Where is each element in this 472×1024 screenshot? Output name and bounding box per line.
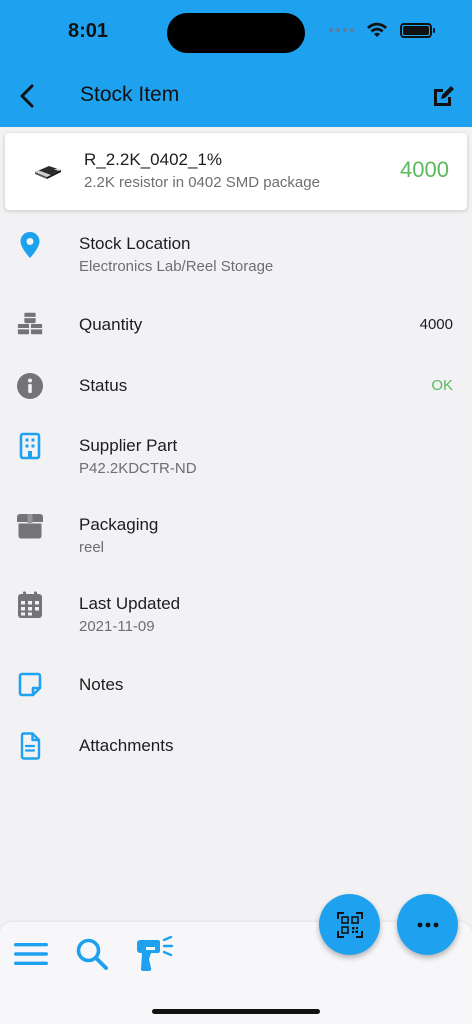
part-card[interactable]: R_2.2K_0402_1% 2.2K resistor in 0402 SMD…: [5, 133, 467, 210]
home-indicator: [152, 1009, 320, 1014]
edit-icon: [434, 86, 454, 106]
last-updated-value: 2021-11-09: [79, 618, 155, 635]
last-updated-row: Last Updated 2021-11-09: [0, 586, 472, 646]
boxes-icon: [16, 310, 44, 338]
status-time: 8:01: [68, 20, 109, 42]
stock-location-value: Electronics Lab/Reel Storage: [79, 258, 274, 275]
stock-location-label: Stock Location: [79, 234, 191, 253]
quantity-row: Quantity 4000: [0, 305, 472, 345]
hamburger-icon: [14, 943, 48, 965]
box-icon: [16, 512, 44, 540]
packaging-row: Packaging reel: [0, 507, 472, 567]
calendar-icon: [16, 591, 44, 619]
part-quantity: 4000: [400, 157, 449, 182]
status-icons: [329, 22, 435, 38]
stock-location-row[interactable]: Stock Location Electronics Lab/Reel Stor…: [0, 225, 472, 285]
supplier-part-row[interactable]: Supplier Part P42.2KDCTR-ND: [0, 428, 472, 488]
dynamic-island: [167, 13, 305, 53]
barcode-scan-button[interactable]: [134, 934, 174, 974]
status-badge: OK: [431, 377, 453, 394]
battery-icon: [400, 22, 435, 38]
info-icon: [16, 372, 44, 400]
building-icon: [16, 432, 44, 460]
notes-label: Notes: [79, 675, 124, 694]
supplier-part-value: P42.2KDCTR-ND: [79, 460, 197, 477]
back-button[interactable]: [12, 80, 42, 112]
chevron-left-icon: [20, 84, 34, 108]
status-row: Status OK: [0, 366, 472, 406]
attachments-row[interactable]: Attachments: [0, 726, 472, 766]
search-button[interactable]: [72, 934, 112, 974]
packaging-label: Packaging: [79, 515, 159, 534]
attachments-label: Attachments: [79, 736, 174, 755]
status-label: Status: [79, 376, 128, 395]
resistor-thumbnail: [35, 166, 61, 179]
signal-icon: [329, 28, 354, 32]
edit-button[interactable]: [428, 80, 460, 112]
more-actions-fab[interactable]: [397, 894, 458, 955]
part-description: 2.2K resistor in 0402 SMD package: [84, 174, 320, 191]
supplier-part-label: Supplier Part: [79, 436, 178, 455]
packaging-value: reel: [79, 539, 105, 556]
search-icon: [76, 938, 108, 970]
wifi-icon: [367, 22, 387, 37]
page-title: Stock Item: [80, 83, 180, 106]
sticky-note-icon: [16, 671, 44, 699]
more-horizontal-icon: [417, 922, 438, 927]
menu-button[interactable]: [11, 934, 51, 974]
qr-code-icon: [336, 911, 363, 938]
file-icon: [16, 732, 44, 760]
map-pin-icon: [16, 231, 44, 259]
part-name: R_2.2K_0402_1%: [84, 150, 223, 169]
scan-qr-fab[interactable]: [319, 894, 380, 955]
last-updated-label: Last Updated: [79, 594, 181, 613]
notes-row[interactable]: Notes: [0, 665, 472, 705]
quantity-value: 4000: [419, 316, 453, 333]
quantity-label: Quantity: [79, 315, 143, 334]
barcode-scanner-icon: [137, 935, 174, 972]
